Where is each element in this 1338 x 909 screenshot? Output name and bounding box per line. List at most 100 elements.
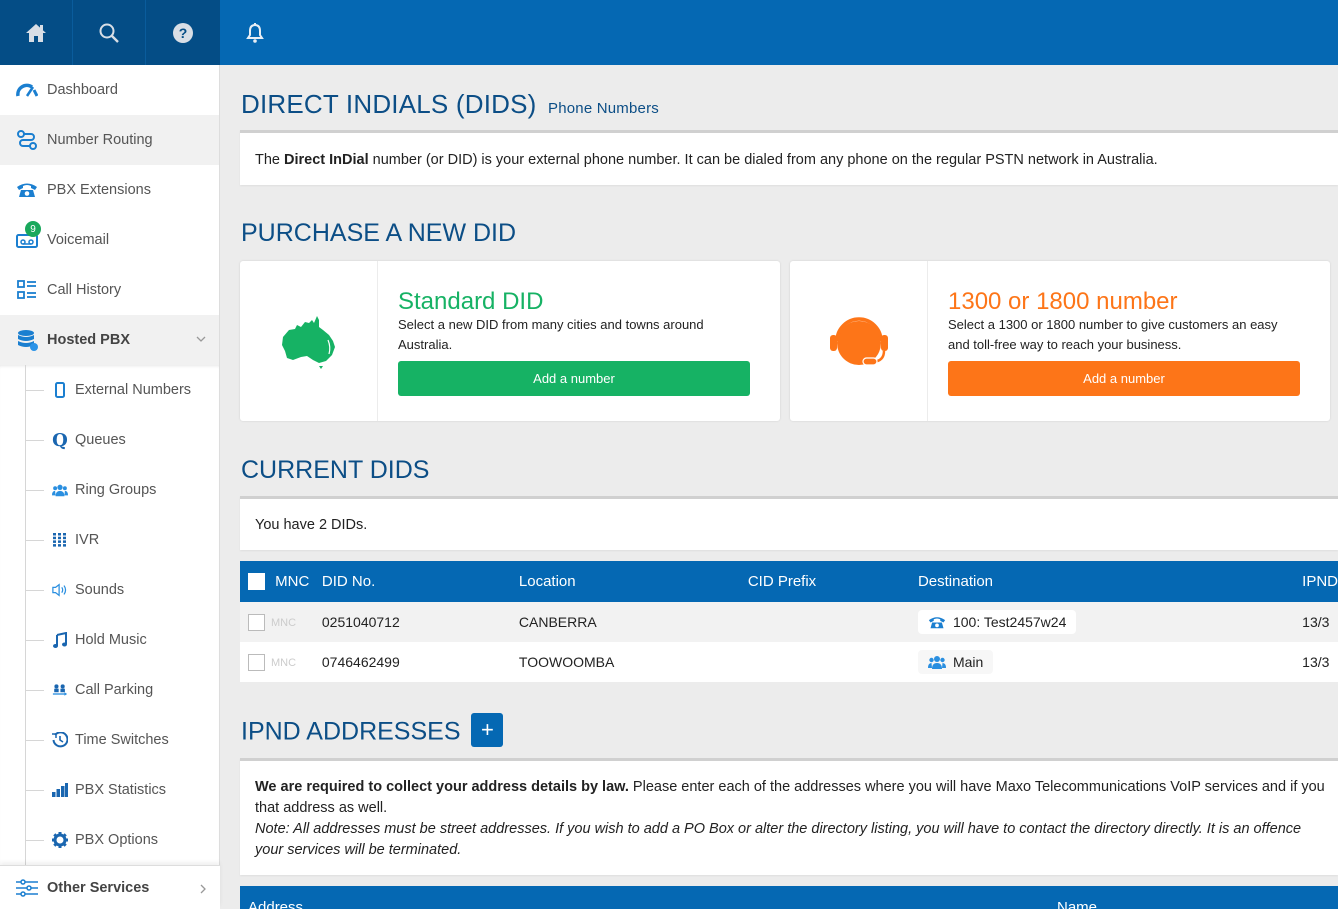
toll-free-description: Select a 1300 or 1800 number to give cus… — [948, 317, 1278, 352]
ipnd-table-header: Address Name — [240, 886, 1338, 909]
row-mnc-cell: MNC — [240, 642, 322, 682]
music-icon — [52, 631, 68, 649]
sidebar-item-label: Voicemail — [47, 232, 110, 248]
sidebar-item-label: Call Parking — [75, 682, 154, 698]
database-icon — [16, 329, 38, 351]
column-location[interactable]: Location — [518, 561, 748, 602]
notifications-button[interactable] — [238, 18, 272, 48]
sidebar-item-time-switches[interactable]: Time Switches — [0, 715, 219, 765]
sidebar-item-label: PBX Statistics — [75, 782, 167, 798]
did-number[interactable]: 0746462499 — [322, 642, 519, 682]
did-location: CANBERRA — [518, 602, 748, 642]
destination-button[interactable]: 100: Test2457w24 — [917, 610, 1077, 634]
row-checkbox[interactable] — [248, 653, 265, 671]
current-dids-heading: CURRENT DIDS — [241, 456, 430, 484]
phone-icon — [16, 179, 38, 201]
sidebar-item-voicemail[interactable]: 9 Voicemail — [0, 215, 219, 265]
toll-free-card: 1300 or 1800 number Select a 1300 or 180… — [790, 261, 1330, 421]
headset-icon — [790, 261, 928, 421]
phone-icon — [928, 616, 946, 628]
home-button[interactable] — [0, 0, 73, 65]
list-icon — [16, 279, 38, 301]
standard-did-body: Standard DID Select a new DID from many … — [378, 261, 750, 421]
add-standard-did-button[interactable]: Add a number — [398, 361, 750, 396]
intro-text: The — [255, 152, 285, 168]
top-bar: ? — [0, 0, 1338, 65]
sidebar-item-label: Hold Music — [75, 632, 147, 648]
sidebar-item-hosted-pbx[interactable]: Hosted PBX — [0, 315, 219, 365]
help-icon: ? — [172, 22, 193, 43]
sidebar-item-label: Time Switches — [75, 732, 169, 748]
add-ipnd-address-button[interactable]: + — [471, 713, 504, 747]
sidebar-item-ring-groups[interactable]: Ring Groups — [0, 465, 219, 515]
ipnd-law-text: Please enter each of the addresses where… — [628, 779, 1325, 795]
ipnd-law-text-2: that address as well. — [255, 800, 388, 816]
column-did-no[interactable]: DID No. — [321, 561, 519, 602]
column-address[interactable]: Address — [248, 899, 303, 909]
sidebar-item-pbx-extensions[interactable]: PBX Extensions — [0, 165, 219, 215]
column-name[interactable]: Name — [1057, 899, 1097, 909]
speaker-icon — [52, 581, 68, 599]
sidebar-item-label: IVR — [75, 532, 100, 548]
ipnd-heading: IPND ADDRESSES + — [241, 713, 504, 750]
column-ipnd[interactable]: IPND — [1302, 561, 1338, 602]
routing-icon — [16, 129, 38, 151]
sidebar-item-label: Ring Groups — [75, 482, 157, 498]
sidebar-item-dashboard[interactable]: Dashboard — [0, 65, 219, 115]
users-icon — [52, 481, 68, 499]
sidebar-item-label: Dashboard — [47, 82, 118, 98]
dashboard-icon — [16, 79, 38, 101]
did-ipnd: 13/3 — [1302, 654, 1330, 670]
destination-label: 100: Test2457w24 — [952, 614, 1067, 630]
standard-did-card: Standard DID Select a new DID from many … — [240, 261, 780, 421]
add-toll-free-button[interactable]: Add a number — [948, 361, 1300, 396]
destination-button[interactable]: Main — [917, 650, 994, 674]
sliders-icon — [16, 877, 38, 899]
sidebar-item-number-routing[interactable]: Number Routing — [0, 115, 219, 165]
column-mnc: MNC — [240, 561, 322, 602]
ipnd-law-line: We are required to collect your address … — [255, 777, 1325, 798]
did-cid-prefix — [747, 602, 918, 642]
table-row[interactable]: MNC 0251040712 CANBERRA 100: Test2457w24… — [240, 602, 1338, 642]
sidebar-item-hold-music[interactable]: Hold Music — [0, 615, 219, 665]
column-mnc-label: MNC — [275, 572, 310, 590]
did-number[interactable]: 0251040712 — [321, 602, 519, 642]
did-ipnd: 13/3 — [1302, 602, 1338, 642]
did-location: TOOWOOMBA — [518, 654, 615, 670]
standard-did-title: Standard DID — [398, 288, 544, 315]
search-button[interactable] — [73, 0, 146, 65]
ipnd-note: Note: All addresses must be street addre… — [255, 821, 1302, 837]
chevron-right-icon — [200, 884, 206, 894]
page-title-text: DIRECT INDIALS (DIDS) — [241, 89, 537, 119]
search-icon — [99, 23, 119, 43]
clock-icon — [52, 731, 68, 749]
column-cid-prefix[interactable]: CID Prefix — [747, 561, 918, 602]
mnc-label: MNC — [271, 617, 297, 630]
sidebar-item-other-services[interactable]: Other Services — [0, 865, 220, 909]
row-checkbox[interactable] — [248, 613, 265, 631]
sidebar-item-queues[interactable]: Q Queues — [0, 415, 219, 465]
sidebar-item-label: External Numbers — [75, 382, 192, 398]
sidebar-item-pbx-options[interactable]: PBX Options — [0, 815, 219, 865]
sidebar: Dashboard Number Routing PBX Extensions … — [0, 65, 220, 909]
sidebar-item-external-numbers[interactable]: External Numbers — [0, 365, 219, 415]
sidebar-item-call-parking[interactable]: Call Parking — [0, 665, 219, 715]
mobile-icon — [52, 381, 68, 399]
select-all-checkbox[interactable] — [248, 573, 265, 591]
column-destination[interactable]: Destination — [917, 561, 1303, 602]
sidebar-item-call-history[interactable]: Call History — [0, 265, 219, 315]
help-button[interactable]: ? — [146, 0, 219, 65]
intro-text-rest: number (or DID) is your external phone n… — [368, 152, 1158, 168]
sidebar-item-ivr[interactable]: IVR — [0, 515, 219, 565]
sidebar-item-pbx-statistics[interactable]: PBX Statistics — [0, 765, 219, 815]
sidebar-item-label: Other Services — [47, 879, 150, 896]
bar-chart-icon — [52, 781, 68, 799]
dids-table: MNC DID No. Location CID Prefix Destinat… — [240, 561, 1338, 682]
page-subtitle: Phone Numbers — [547, 100, 659, 117]
sidebar-item-label: Queues — [75, 432, 126, 448]
table-row[interactable]: MNC 0746462499 TOOWOOMBA Main 13/3 — [240, 642, 1338, 682]
sidebar-item-sounds[interactable]: Sounds — [0, 565, 219, 615]
row-mnc-cell: MNC — [240, 602, 322, 642]
did-destination-cell: 100: Test2457w24 — [917, 602, 1303, 642]
hosted-pbx-submenu: External Numbers Q Queues Ring Groups IV… — [0, 365, 219, 865]
